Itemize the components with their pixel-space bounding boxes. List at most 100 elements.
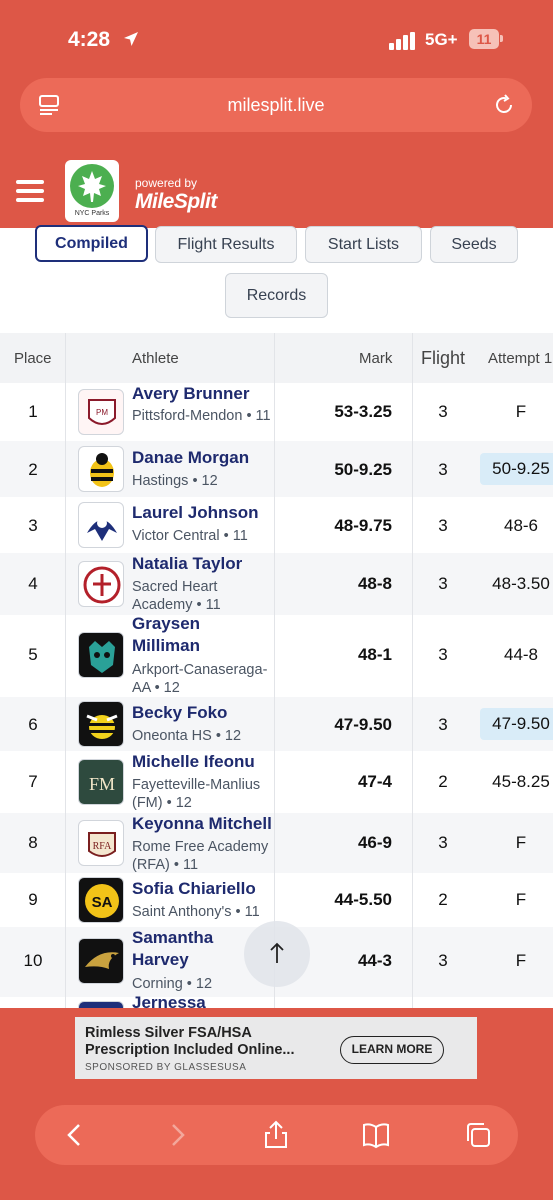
attempt-cell: 50-9.25 bbox=[480, 453, 553, 485]
forward-icon[interactable] bbox=[161, 1119, 193, 1151]
status-bar: 4:28 5G+ 11 bbox=[0, 28, 553, 58]
tab-compiled[interactable]: Compiled bbox=[35, 225, 148, 262]
results-tabs: Compiled Flight Results Start Lists Seed… bbox=[0, 225, 553, 333]
tab-start-lists[interactable]: Start Lists bbox=[305, 226, 422, 263]
back-icon[interactable] bbox=[59, 1119, 91, 1151]
share-icon[interactable] bbox=[260, 1119, 292, 1151]
athlete-name[interactable]: Michelle Ifeonu bbox=[132, 751, 272, 773]
flight-cell: 3 bbox=[438, 402, 448, 421]
athlete-name[interactable]: Danae Morgan bbox=[132, 447, 272, 469]
nyc-parks-logo[interactable]: NYC Parks bbox=[65, 160, 119, 222]
athlete-school: Fayetteville-Manlius (FM) • 12 bbox=[132, 777, 261, 811]
school-logo-icon bbox=[78, 632, 124, 678]
flight-cell: 3 bbox=[438, 574, 448, 593]
menu-icon[interactable] bbox=[16, 180, 44, 202]
table-row[interactable]: 6 Becky Foko Oneonta HS • 12 47-9.50 3 4… bbox=[0, 697, 553, 751]
advertisement[interactable]: Rimless Silver FSA/HSA Prescription Incl… bbox=[75, 1017, 477, 1079]
flight-cell: 3 bbox=[438, 833, 448, 852]
school-logo-icon: RFA bbox=[78, 820, 124, 866]
place-cell: 1 bbox=[28, 402, 38, 421]
table-row[interactable]: 9 SA Sofia Chiariello Saint Anthony's • … bbox=[0, 873, 553, 927]
scroll-to-top-button[interactable] bbox=[244, 921, 310, 987]
school-logo-icon bbox=[78, 446, 124, 492]
table-row[interactable]: Jernessa bbox=[0, 993, 553, 1008]
table-row[interactable]: 2 Danae Morgan Hastings • 12 50-9.25 3 5… bbox=[0, 441, 553, 497]
attempt-cell: 48-6 bbox=[503, 516, 539, 535]
table-row[interactable]: 8 RFA Keyonna Mitchell Rome Free Academy… bbox=[0, 813, 553, 873]
place-cell: 8 bbox=[28, 833, 38, 852]
mark-cell: 47-9.50 bbox=[334, 715, 392, 734]
maple-leaf-icon bbox=[70, 164, 114, 208]
header-athlete: Athlete bbox=[132, 350, 179, 367]
tab-records[interactable]: Records bbox=[225, 273, 328, 318]
tabs-icon[interactable] bbox=[462, 1119, 494, 1151]
athlete-school: Rome Free Academy (RFA) • 11 bbox=[132, 839, 269, 873]
school-logo-icon bbox=[78, 561, 124, 607]
location-arrow-icon bbox=[122, 30, 140, 53]
table-row[interactable]: 1 PM Avery Brunner Pittsford-Mendon • 11… bbox=[0, 383, 553, 441]
school-logo-icon bbox=[78, 1001, 124, 1008]
url-text[interactable]: milesplit.live bbox=[20, 95, 532, 116]
athlete-name[interactable]: Sofia Chiariello bbox=[132, 878, 272, 900]
site-header: NYC Parks powered by MileSplit bbox=[0, 150, 553, 228]
athlete-school: Sacred Heart Academy • 11 bbox=[132, 579, 221, 613]
column-divider bbox=[412, 333, 413, 1008]
ad-headline-line1: Rimless Silver FSA/HSA bbox=[85, 1025, 252, 1041]
school-logo-icon: SA bbox=[78, 877, 124, 923]
athlete-school: Saint Anthony's • 11 bbox=[132, 904, 260, 920]
mark-cell: 53-3.25 bbox=[334, 402, 392, 421]
table-row[interactable]: 3 Laurel Johnson Victor Central • 11 48-… bbox=[0, 497, 553, 553]
mark-cell: 44-5.50 bbox=[334, 890, 392, 909]
logo-caption: NYC Parks bbox=[74, 210, 110, 217]
place-cell: 10 bbox=[23, 951, 43, 970]
attempt-cell: F bbox=[515, 890, 527, 909]
results-table: Place Athlete Mark Flight Attempt 1 1 PM… bbox=[0, 333, 553, 1008]
flight-cell: 3 bbox=[438, 645, 448, 664]
table-row[interactable]: 7 FM Michelle Ifeonu Fayetteville-Manliu… bbox=[0, 751, 553, 813]
flight-cell: 3 bbox=[438, 460, 448, 479]
svg-text:SA: SA bbox=[92, 894, 113, 911]
place-cell: 9 bbox=[28, 890, 38, 909]
attempt-cell: 48-3.50 bbox=[492, 574, 550, 593]
athlete-name[interactable]: Jernessa bbox=[132, 992, 272, 1008]
address-bar[interactable]: milesplit.live bbox=[20, 78, 532, 132]
reload-icon[interactable] bbox=[492, 93, 516, 117]
learn-more-button[interactable]: LEARN MORE bbox=[340, 1036, 444, 1064]
athlete-school: Victor Central • 11 bbox=[132, 528, 248, 544]
attempt-cell: 45-8.25 bbox=[492, 772, 550, 791]
milesplit-logo[interactable]: MileSplit bbox=[135, 190, 217, 214]
place-cell: 5 bbox=[28, 645, 38, 664]
place-cell: 6 bbox=[28, 715, 38, 734]
mark-cell: 48-8 bbox=[357, 574, 392, 593]
school-logo-icon bbox=[78, 938, 124, 984]
column-divider bbox=[65, 333, 66, 1008]
school-logo-icon bbox=[78, 502, 124, 548]
mark-cell: 48-9.75 bbox=[334, 516, 392, 535]
attempt-cell: 47-9.50 bbox=[480, 708, 553, 740]
school-logo-icon: FM bbox=[78, 759, 124, 805]
network-type: 5G+ bbox=[425, 30, 458, 49]
column-divider bbox=[274, 333, 275, 1008]
tab-flight-results[interactable]: Flight Results bbox=[155, 226, 297, 263]
athlete-school: Hastings • 12 bbox=[132, 473, 218, 489]
athlete-name[interactable]: Graysen Milliman bbox=[132, 613, 272, 657]
athlete-name[interactable]: Keyonna Mitchell bbox=[132, 813, 272, 835]
attempt-cell: F bbox=[515, 951, 527, 970]
table-row[interactable]: 4 Natalia Taylor Sacred Heart Academy • … bbox=[0, 553, 553, 615]
battery-icon: 11 bbox=[469, 29, 499, 49]
attempt-cell: F bbox=[515, 833, 527, 852]
signal-bars-icon bbox=[389, 32, 417, 50]
place-cell: 4 bbox=[28, 574, 38, 593]
bookmarks-icon[interactable] bbox=[360, 1119, 392, 1151]
athlete-name[interactable]: Laurel Johnson bbox=[132, 502, 272, 524]
table-row[interactable]: 5 Graysen Milliman Arkport-Canaseraga-AA… bbox=[0, 613, 553, 697]
tab-seeds[interactable]: Seeds bbox=[430, 226, 518, 263]
athlete-school: Oneonta HS • 12 bbox=[132, 728, 242, 744]
athlete-name[interactable]: Avery Brunner bbox=[132, 383, 272, 405]
mark-cell: 46-9 bbox=[357, 833, 392, 852]
mark-cell: 47-4 bbox=[357, 772, 392, 791]
header-mark: Mark bbox=[359, 350, 393, 367]
athlete-name[interactable]: Becky Foko bbox=[132, 702, 272, 724]
place-cell: 3 bbox=[28, 516, 38, 535]
athlete-name[interactable]: Natalia Taylor bbox=[132, 553, 272, 575]
